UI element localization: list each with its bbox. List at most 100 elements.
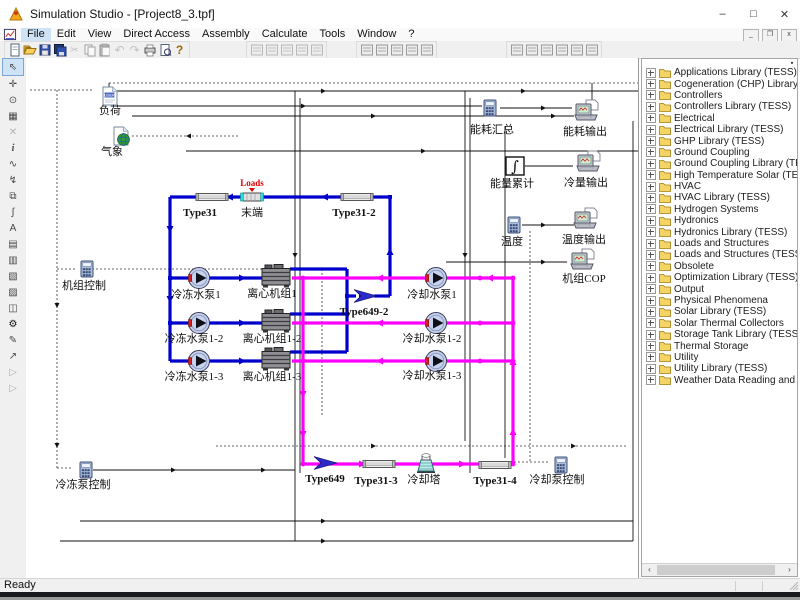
menu-edit[interactable]: Edit bbox=[51, 28, 82, 41]
zoom-tool-icon[interactable]: ⊙ bbox=[3, 92, 23, 108]
print-preview-icon[interactable] bbox=[157, 43, 172, 58]
scroll-thumb[interactable] bbox=[657, 565, 775, 575]
tree-item-utility-library-tess[interactable]: Utility Library (TESS) bbox=[642, 363, 797, 374]
tree-item-controllers-library-tess[interactable]: Controllers Library (TESS) bbox=[642, 101, 797, 112]
print-icon[interactable] bbox=[142, 43, 157, 58]
files-icon[interactable] bbox=[554, 43, 569, 58]
expand-icon[interactable] bbox=[646, 68, 656, 78]
expand-icon[interactable] bbox=[646, 193, 656, 203]
macro-d-tool-icon[interactable]: ▨ bbox=[3, 284, 23, 300]
redo-icon[interactable]: ↷ bbox=[127, 43, 142, 58]
save-icon[interactable] bbox=[37, 43, 52, 58]
copy-icon[interactable] bbox=[82, 43, 97, 58]
trace-icon[interactable] bbox=[419, 43, 434, 58]
stretch-icon[interactable] bbox=[264, 43, 279, 58]
component-chw-pump-control[interactable] bbox=[80, 462, 92, 478]
tree-item-hvac[interactable]: HVAC bbox=[642, 181, 797, 192]
expand-icon[interactable] bbox=[646, 170, 656, 180]
close-button[interactable]: ✕ bbox=[769, 0, 800, 28]
tree-item-hydronics[interactable]: Hydronics bbox=[642, 215, 797, 226]
expand-icon[interactable] bbox=[646, 239, 656, 249]
tree-item-hvac-library-tess[interactable]: HVAC Library (TESS) bbox=[642, 192, 797, 203]
overview-tool-icon[interactable]: ▦ bbox=[3, 108, 23, 124]
component-chw-pump-3[interactable] bbox=[189, 351, 210, 372]
expand-icon[interactable] bbox=[646, 318, 656, 328]
expand-icon[interactable] bbox=[646, 102, 656, 112]
tree-item-storage-tank-library-tess[interactable]: Storage Tank Library (TESS) bbox=[642, 329, 797, 340]
tree-item-optimization-library-tess[interactable]: Optimization Library (TESS) bbox=[642, 272, 797, 283]
tree-item-ground-coupling[interactable]: Ground Coupling bbox=[642, 147, 797, 158]
expand-icon[interactable] bbox=[646, 147, 656, 157]
tree-item-loads-and-structures[interactable]: Loads and Structures bbox=[642, 238, 797, 249]
tree-item-utility[interactable]: Utility bbox=[642, 352, 797, 363]
export-icon[interactable] bbox=[584, 43, 599, 58]
signal-tool-icon[interactable]: ∫ bbox=[3, 204, 23, 220]
component-chw-pump-2[interactable] bbox=[189, 313, 210, 334]
expand-icon[interactable] bbox=[646, 364, 656, 374]
expand-icon[interactable] bbox=[646, 227, 656, 237]
table-icon[interactable] bbox=[389, 43, 404, 58]
component-chw-pump-1[interactable] bbox=[189, 268, 210, 289]
undo-icon[interactable]: ↶ bbox=[112, 43, 127, 58]
cut-icon[interactable]: ✂ bbox=[67, 43, 82, 58]
expand-icon[interactable] bbox=[646, 341, 656, 351]
tree-item-solar-library-tess[interactable]: Solar Library (TESS) bbox=[642, 306, 797, 317]
menu-calculate[interactable]: Calculate bbox=[256, 28, 314, 41]
expand-icon[interactable] bbox=[646, 182, 656, 192]
component-energy-accumulator[interactable]: ∫ bbox=[506, 157, 524, 176]
delete-tool-icon[interactable]: ✕ bbox=[3, 124, 23, 140]
down-icon[interactable] bbox=[374, 43, 389, 58]
menu-window[interactable]: Window bbox=[351, 28, 402, 41]
expand-icon[interactable] bbox=[646, 204, 656, 214]
tree-item-cogeneration-chp-library-tess[interactable]: Cogeneration (CHP) Library (TESS) bbox=[642, 78, 797, 89]
expand-icon[interactable] bbox=[646, 125, 656, 135]
expand-icon[interactable] bbox=[646, 330, 656, 340]
new-icon[interactable] bbox=[7, 43, 22, 58]
expand-icon[interactable] bbox=[646, 216, 656, 226]
scroll-right-icon[interactable]: › bbox=[783, 564, 796, 576]
component-temperature[interactable] bbox=[508, 217, 520, 233]
weigh-icon[interactable] bbox=[404, 43, 419, 58]
tree-icon[interactable] bbox=[359, 43, 374, 58]
tree-item-weather-data-reading-and-process[interactable]: Weather Data Reading and Process bbox=[642, 375, 797, 386]
component-type31-2[interactable] bbox=[341, 194, 373, 201]
tree-item-electrical[interactable]: Electrical bbox=[642, 113, 797, 124]
library-hscrollbar[interactable]: ‹ › bbox=[642, 563, 797, 576]
paste-icon[interactable] bbox=[97, 43, 112, 58]
text-tool-icon[interactable]: A bbox=[3, 220, 23, 236]
tree-item-loads-and-structures-tess[interactable]: Loads and Structures (TESS) bbox=[642, 249, 797, 260]
component-loads-file[interactable]: USER bbox=[103, 87, 117, 105]
settings-tool-icon[interactable]: ⚙ bbox=[3, 316, 23, 332]
expand-icon[interactable] bbox=[646, 90, 656, 100]
component-type31-3[interactable] bbox=[363, 461, 395, 468]
card-icon[interactable] bbox=[279, 43, 294, 58]
component-cw-pump-3[interactable] bbox=[426, 351, 447, 372]
minimize-button[interactable]: – bbox=[707, 0, 738, 28]
macro-b-tool-icon[interactable]: ▥ bbox=[3, 252, 23, 268]
probe-tool-icon[interactable]: ↯ bbox=[3, 172, 23, 188]
expand-icon[interactable] bbox=[646, 159, 656, 169]
project-canvas[interactable]: USER负荷气象Type31末端LoadsType31-2能耗汇总∫能量累计温度… bbox=[26, 58, 639, 579]
tree-item-solar-thermal-collectors[interactable]: Solar Thermal Collectors bbox=[642, 318, 797, 329]
link-tool-icon[interactable]: ∿ bbox=[3, 156, 23, 172]
expand-icon[interactable] bbox=[646, 273, 656, 283]
macro-c-tool-icon[interactable]: ▧ bbox=[3, 268, 23, 284]
tree-item-high-temperature-solar-tess[interactable]: High Temperature Solar (TESS) bbox=[642, 170, 797, 181]
duplicate-tool-icon[interactable]: ⧉ bbox=[3, 188, 23, 204]
menu-view[interactable]: View bbox=[82, 28, 118, 41]
tree-item-ghp-library-tess[interactable]: GHP Library (TESS) bbox=[642, 135, 797, 146]
expand-icon[interactable] bbox=[646, 352, 656, 362]
expand-icon[interactable] bbox=[646, 296, 656, 306]
play-b-tool-icon[interactable]: ▷ bbox=[3, 380, 23, 396]
book-icon[interactable] bbox=[539, 43, 554, 58]
macro-e-tool-icon[interactable]: ◫ bbox=[3, 300, 23, 316]
tree-item-hydronics-library-tess[interactable]: Hydronics Library (TESS) bbox=[642, 226, 797, 237]
component-unit-control[interactable] bbox=[81, 261, 93, 277]
play-a-tool-icon[interactable]: ▷ bbox=[3, 364, 23, 380]
component-cw-pump-1[interactable] bbox=[426, 268, 447, 289]
scroll-left-icon[interactable]: ‹ bbox=[643, 564, 656, 576]
menu-help[interactable]: ? bbox=[402, 28, 420, 41]
expand-icon[interactable] bbox=[646, 79, 656, 89]
component-type31-4[interactable] bbox=[479, 462, 511, 469]
tree-item-obsolete[interactable]: Obsolete bbox=[642, 261, 797, 272]
